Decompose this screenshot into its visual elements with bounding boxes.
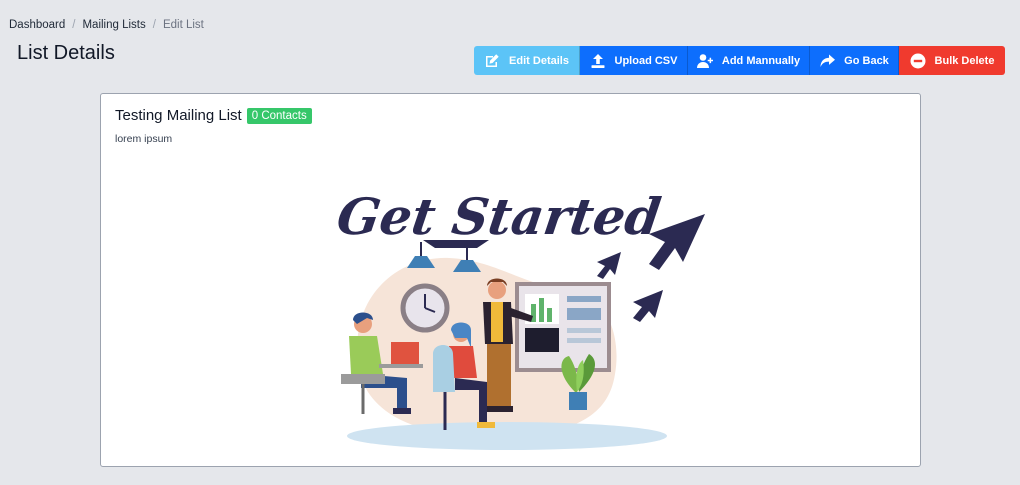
person-shoes xyxy=(393,408,411,414)
minus-circle-icon xyxy=(910,53,926,68)
text-line xyxy=(567,296,601,302)
list-details-card: Testing Mailing List 0 Contacts lorem ip… xyxy=(100,93,921,467)
get-started-illustration: Get Started xyxy=(337,187,705,450)
add-manually-label: Add Mannually xyxy=(721,54,801,67)
go-back-label: Go Back xyxy=(844,54,889,67)
edit-details-button[interactable]: Edit Details xyxy=(474,46,580,75)
dark-panel xyxy=(525,328,559,352)
breadcrumb-separator: / xyxy=(152,19,156,31)
upload-csv-label: Upload CSV xyxy=(614,54,678,67)
list-description: lorem ipsum xyxy=(115,133,173,145)
contacts-count-badge: 0 Contacts xyxy=(246,107,312,124)
pointer-arrow-icon xyxy=(597,252,621,279)
plant-pot xyxy=(569,392,587,410)
pointer-arrow-icon xyxy=(633,290,663,322)
lamp-icon xyxy=(407,256,435,268)
share-arrow-icon xyxy=(820,54,836,67)
floor-shadow xyxy=(347,422,667,450)
text-line xyxy=(567,328,601,333)
breadcrumb-separator: / xyxy=(72,19,76,31)
breadcrumb-mailing-lists-link[interactable]: Mailing Lists xyxy=(82,19,145,31)
chart-bar xyxy=(547,308,552,322)
text-line xyxy=(567,308,601,320)
person-shirt xyxy=(349,336,383,374)
person-legs xyxy=(487,344,511,408)
add-user-icon xyxy=(696,53,713,68)
chair xyxy=(341,374,385,384)
card-header: Testing Mailing List 0 Contacts xyxy=(115,107,312,124)
upload-icon xyxy=(591,53,605,68)
edit-icon xyxy=(486,53,499,67)
get-started-text: Get Started xyxy=(337,187,664,246)
list-name: Testing Mailing List xyxy=(115,107,242,124)
text-line xyxy=(567,338,601,343)
edit-details-label: Edit Details xyxy=(509,54,569,67)
chart-bar xyxy=(539,298,544,322)
chair xyxy=(433,345,455,392)
breadcrumb-dashboard-link[interactable]: Dashboard xyxy=(9,19,65,31)
action-toolbar: Edit Details Upload CSV Add Mannually Go… xyxy=(474,46,1005,75)
go-back-button[interactable]: Go Back xyxy=(810,46,899,75)
upload-csv-button[interactable]: Upload CSV xyxy=(580,46,688,75)
laptop xyxy=(391,342,419,364)
add-manually-button[interactable]: Add Mannually xyxy=(688,46,810,75)
bulk-delete-label: Bulk Delete xyxy=(934,54,995,67)
person-shoes xyxy=(485,406,513,412)
breadcrumb-current: Edit List xyxy=(162,19,204,31)
breadcrumb: Dashboard / Mailing Lists / Edit List xyxy=(9,19,204,31)
bulk-delete-button[interactable]: Bulk Delete xyxy=(899,46,1005,75)
person-vest xyxy=(491,302,503,342)
page-title: List Details xyxy=(17,42,115,64)
person-head xyxy=(488,281,506,299)
person-shoes xyxy=(477,422,495,428)
laptop-base xyxy=(379,364,423,368)
ceiling-shade xyxy=(423,240,489,248)
